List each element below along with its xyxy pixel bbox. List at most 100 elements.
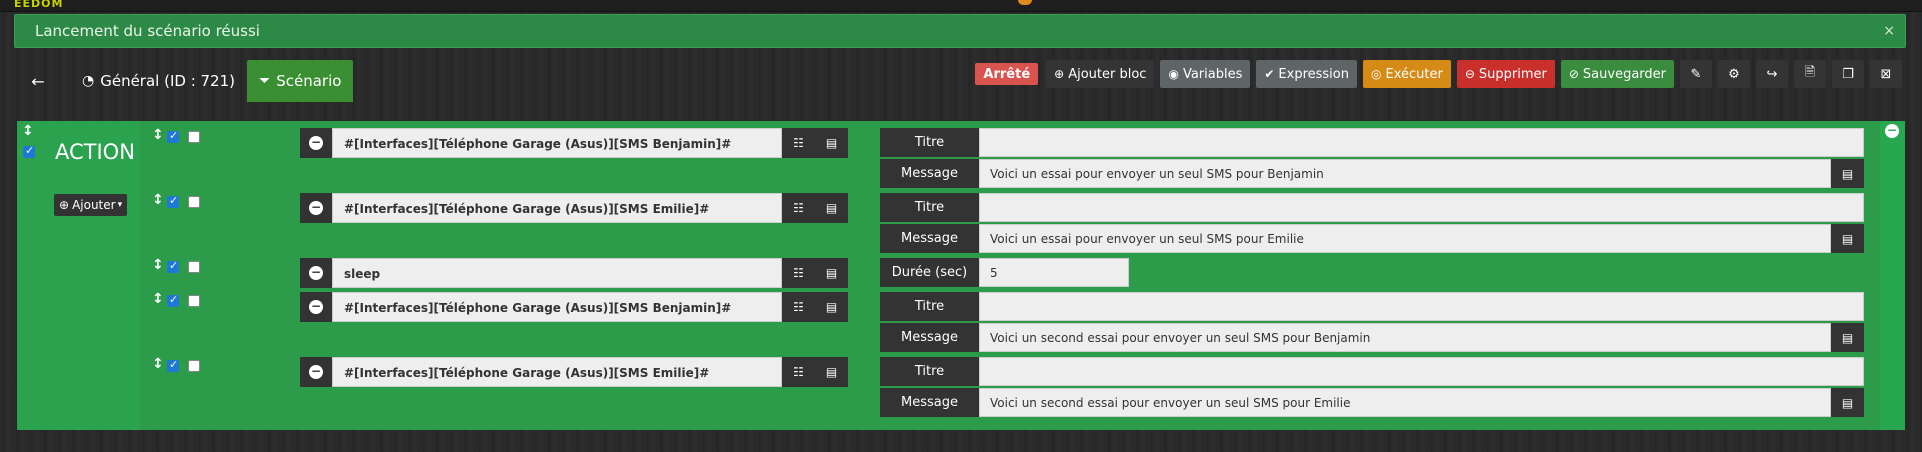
list-item: − #[Interfaces][Téléphone Garage (Asus)]…: [300, 193, 848, 223]
option-input[interactable]: Voici un second essai pour envoyer un se…: [979, 388, 1831, 417]
table-icon[interactable]: ▤: [815, 258, 848, 288]
table-icon[interactable]: ▤: [1831, 159, 1864, 188]
option-label: Durée (sec): [880, 258, 979, 287]
table-icon[interactable]: ▤: [815, 193, 848, 223]
command-input[interactable]: #[Interfaces][Téléphone Garage (Asus)][S…: [332, 357, 782, 387]
back-arrow-icon: ←: [31, 71, 45, 91]
check-icon: ✔: [1264, 67, 1275, 81]
action-parallel-checkbox[interactable]: [188, 295, 200, 307]
block-enable-checkbox[interactable]: [23, 144, 35, 158]
drag-handle-icon[interactable]: ↕: [152, 127, 164, 143]
action-enable-checkbox[interactable]: [167, 194, 179, 208]
share-icon[interactable]: ↪: [1756, 60, 1788, 88]
expression-button[interactable]: ✔ Expression: [1256, 60, 1357, 88]
screenshot-icon[interactable]: ⊠: [1870, 60, 1902, 88]
action-parallel-checkbox[interactable]: [188, 131, 200, 143]
list-check-icon[interactable]: ☷: [782, 128, 815, 158]
drag-handle-icon[interactable]: ↕: [22, 123, 34, 139]
option-label: Message: [880, 159, 979, 188]
option-input[interactable]: Voici un second essai pour envoyer un se…: [979, 323, 1831, 352]
action-enable-checkbox[interactable]: [167, 129, 179, 143]
remove-action-button[interactable]: −: [300, 128, 332, 158]
table-icon[interactable]: ▤: [1831, 388, 1864, 417]
action-parallel-checkbox[interactable]: [188, 196, 200, 208]
add-action-label: Ajouter: [72, 198, 116, 212]
option-input[interactable]: [979, 193, 1864, 222]
action-block-header: ↕ ACTION ⊕ Ajouter ▾: [17, 121, 140, 430]
app-logo: EEDOM: [14, 0, 64, 10]
action-parallel-checkbox[interactable]: [188, 261, 200, 273]
drag-handle-icon[interactable]: ↕: [152, 192, 164, 208]
list-item: − #[Interfaces][Téléphone Garage (Asus)]…: [300, 292, 848, 322]
variables-label: Variables: [1182, 66, 1243, 82]
action-parallel-checkbox[interactable]: [188, 360, 200, 372]
tab-scenario[interactable]: ⏷ Scénario: [247, 60, 354, 102]
close-icon[interactable]: ×: [1883, 15, 1895, 47]
option-input[interactable]: Voici un essai pour envoyer un seul SMS …: [979, 159, 1831, 188]
cogs-icon[interactable]: ⚙: [1718, 60, 1750, 88]
remove-action-button[interactable]: −: [300, 357, 332, 387]
table-icon[interactable]: ▤: [1831, 224, 1864, 253]
delete-button[interactable]: ⊖ Supprimer: [1456, 60, 1555, 88]
save-button[interactable]: ⊘ Sauvegarder: [1560, 60, 1674, 88]
list-check-icon[interactable]: ☷: [782, 193, 815, 223]
action-enable-checkbox[interactable]: [167, 259, 179, 273]
duration-input[interactable]: 5: [979, 258, 1129, 287]
add-action-button[interactable]: ⊕ Ajouter ▾: [54, 194, 128, 216]
command-input[interactable]: #[Interfaces][Téléphone Garage (Asus)][S…: [332, 292, 782, 322]
drag-handle-icon[interactable]: ↕: [152, 356, 164, 372]
command-input[interactable]: #[Interfaces][Téléphone Garage (Asus)][S…: [332, 128, 782, 158]
execute-button[interactable]: ◎ Exécuter: [1363, 60, 1451, 88]
table-icon[interactable]: ▤: [1831, 323, 1864, 352]
minus-circle-icon: −: [309, 135, 323, 150]
action-block-side: −: [1880, 121, 1905, 430]
list-check-icon[interactable]: ☷: [782, 357, 815, 387]
drag-handle-icon[interactable]: ↕: [152, 291, 164, 307]
option-input[interactable]: [979, 292, 1864, 321]
alert-message: Lancement du scénario réussi: [35, 22, 260, 40]
execute-label: Exécuter: [1385, 66, 1443, 82]
option-input[interactable]: [979, 128, 1864, 157]
option-label: Message: [880, 224, 979, 253]
drag-handle-icon[interactable]: ↕: [152, 257, 164, 273]
dashboard-icon: ◔: [82, 73, 95, 89]
copy-icon[interactable]: ❐: [1832, 60, 1864, 88]
option-label: Titre: [880, 193, 979, 222]
option-label: Titre: [880, 128, 979, 157]
remove-action-button[interactable]: −: [300, 258, 332, 288]
command-input[interactable]: #[Interfaces][Téléphone Garage (Asus)][S…: [332, 193, 782, 223]
option-input[interactable]: [979, 357, 1864, 386]
minus-circle-icon: −: [309, 265, 323, 280]
option-label: Titre: [880, 292, 979, 321]
save-label: Sauvegarder: [1582, 66, 1666, 82]
list-item: − sleep ☷ ▤: [300, 258, 848, 288]
block-title: ACTION: [55, 140, 135, 164]
remove-action-button[interactable]: −: [300, 292, 332, 322]
minus-circle-icon: ⊖: [1464, 67, 1475, 81]
scenario-tabs: ← ◔ Général (ID : 721) ⏷ Scénario: [20, 60, 354, 102]
variables-button[interactable]: ◉ Variables: [1160, 60, 1251, 88]
list-check-icon[interactable]: ☷: [782, 258, 815, 288]
back-button[interactable]: ←: [20, 63, 56, 99]
action-block: ↕ ACTION ⊕ Ajouter ▾ − ↕ − #[Interfaces]…: [17, 121, 1905, 430]
status-badge: Arrêté: [975, 63, 1039, 85]
option-label: Message: [880, 323, 979, 352]
edit-icon[interactable]: ✎: [1680, 60, 1712, 88]
remove-block-icon[interactable]: −: [1885, 124, 1899, 138]
remove-action-button[interactable]: −: [300, 193, 332, 223]
add-block-button[interactable]: ⊕ Ajouter bloc: [1046, 60, 1155, 88]
file-icon[interactable]: 🗎: [1794, 60, 1826, 88]
caret-down-icon: ▾: [117, 200, 123, 210]
notification-indicator[interactable]: [1018, 0, 1032, 5]
list-item: − #[Interfaces][Téléphone Garage (Asus)]…: [300, 357, 848, 387]
option-input[interactable]: Voici un essai pour envoyer un seul SMS …: [979, 224, 1831, 253]
tab-general[interactable]: ◔ Général (ID : 721): [70, 60, 247, 102]
table-icon[interactable]: ▤: [815, 357, 848, 387]
action-enable-checkbox[interactable]: [167, 358, 179, 372]
table-icon[interactable]: ▤: [815, 292, 848, 322]
list-check-icon[interactable]: ☷: [782, 292, 815, 322]
action-enable-checkbox[interactable]: [167, 293, 179, 307]
tab-general-label: Général (ID : 721): [100, 72, 235, 90]
table-icon[interactable]: ▤: [815, 128, 848, 158]
command-input[interactable]: sleep: [332, 258, 782, 288]
